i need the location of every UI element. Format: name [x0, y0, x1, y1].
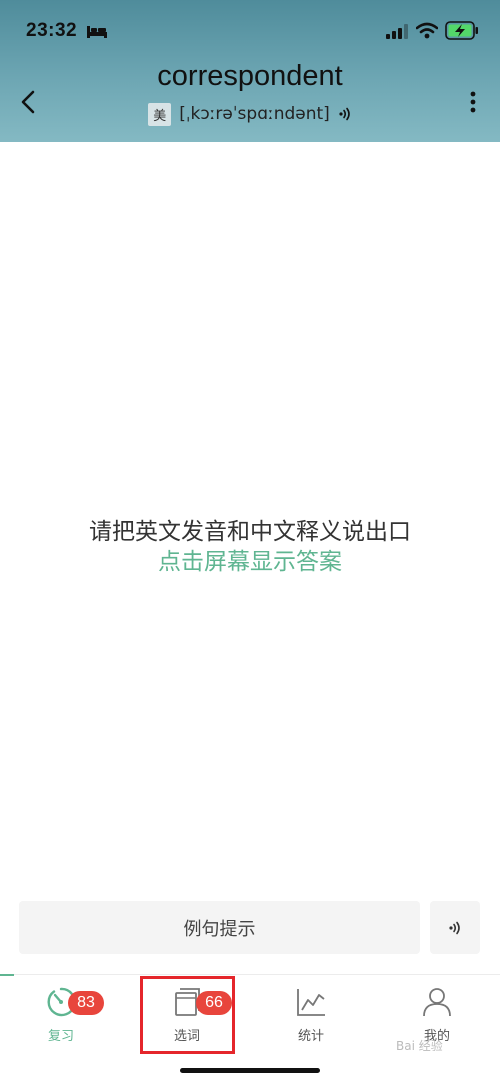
example-sentence-button[interactable]: 例句提示 — [19, 901, 420, 954]
wifi-icon — [416, 22, 438, 39]
word-title: correspondent — [157, 60, 343, 92]
more-vertical-icon — [470, 91, 476, 113]
person-icon — [423, 988, 451, 1017]
review-count-badge: 83 — [68, 991, 104, 1015]
speaker-icon — [449, 921, 460, 934]
header: 23:32 correspondent 美 [ˌkɔːrəˈspɑːndənt] — [0, 0, 500, 142]
example-speaker-button[interactable] — [430, 901, 480, 954]
prompt-text: 请把英文发音和中文释义说出口 — [89, 519, 411, 545]
status-time: 23:32 — [26, 20, 78, 41]
phonetic-text: [ˌkɔːrəˈspɑːndənt] — [179, 104, 330, 124]
chart-icon — [297, 989, 325, 1016]
accent-badge: 美 — [148, 102, 172, 126]
battery-charging-icon — [445, 21, 478, 40]
show-answer-hint[interactable]: 点击屏幕显示答案 — [0, 542, 500, 576]
status-bar: 23:32 — [0, 0, 500, 62]
tab-review-label: 复习 — [47, 1029, 74, 1044]
pronounce-speaker-icon[interactable] — [338, 107, 352, 121]
tab-bar-accent — [0, 974, 14, 976]
highlight-box — [140, 976, 235, 1054]
tab-statistics-label: 统计 — [297, 1029, 324, 1044]
bed-icon — [87, 26, 107, 38]
more-options-button[interactable] — [462, 86, 484, 118]
tab-review[interactable]: 83 复习 — [0, 985, 120, 1047]
phonetic-row: 美 [ˌkɔːrəˈspɑːndənt] — [0, 102, 500, 126]
tab-statistics[interactable]: 统计 — [250, 985, 370, 1047]
tab-bar: 83 复习 66 选词 统计 我的 — [0, 974, 500, 1083]
home-indicator[interactable] — [180, 1068, 320, 1073]
cellular-signal-icon — [386, 24, 408, 39]
watermark: Bai 经验 — [396, 1039, 443, 1053]
example-sentence-label: 例句提示 — [183, 918, 256, 940]
